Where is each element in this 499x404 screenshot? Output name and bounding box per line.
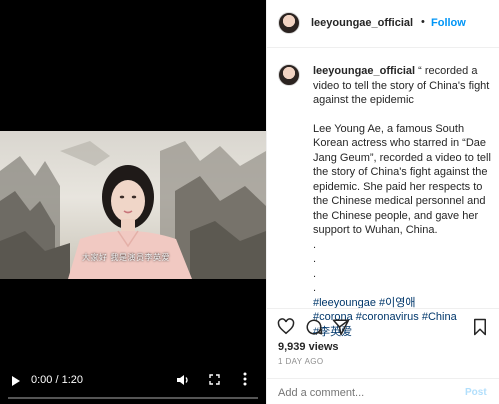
caption-dot: . xyxy=(313,282,317,294)
avatar[interactable] xyxy=(278,12,300,34)
view-count[interactable]: 9,939 views xyxy=(278,341,339,353)
post-caption: leeyoungae_official “ recorded a video t… xyxy=(313,64,495,339)
video-subtitle: 大家好 我是演员李英爱 xyxy=(82,253,171,262)
post-comment-button[interactable]: Post xyxy=(465,387,487,398)
action-bar xyxy=(267,308,499,344)
heart-icon[interactable] xyxy=(277,318,297,338)
username-link[interactable]: leeyoungae_official xyxy=(311,17,413,29)
seek-bar[interactable] xyxy=(8,397,258,399)
fullscreen-icon[interactable] xyxy=(209,374,220,388)
comment-bar: Post xyxy=(267,378,499,404)
video-player[interactable]: 大家好 我是演员李英爱 0:00 / 1:20 xyxy=(0,0,266,404)
comment-input[interactable] xyxy=(278,387,448,399)
caption-dot: . xyxy=(313,238,317,251)
volume-icon[interactable] xyxy=(176,374,189,389)
post-header: leeyoungae_official • Follow xyxy=(267,0,499,48)
hashtags-line[interactable]: #leeyoungae #이영애 xyxy=(313,297,416,309)
caption-body: Lee Young Ae, a famous South Korean actr… xyxy=(313,122,491,237)
bookmark-icon[interactable] xyxy=(472,318,492,338)
caption-avatar[interactable] xyxy=(278,64,300,86)
post-panel: leeyoungae_official • Follow leeyoungae_… xyxy=(266,0,499,404)
follow-button[interactable]: Follow xyxy=(431,17,466,29)
post-timestamp[interactable]: 1 DAY AGO xyxy=(278,357,324,366)
comment-icon[interactable] xyxy=(305,318,325,338)
share-icon[interactable] xyxy=(332,318,352,338)
more-vertical-icon[interactable] xyxy=(243,372,247,389)
caption-username[interactable]: leeyoungae_official xyxy=(313,65,415,77)
caption-dot: . xyxy=(313,267,317,280)
caption-dot: . xyxy=(313,253,317,265)
video-time: 0:00 / 1:20 xyxy=(31,374,83,386)
header-separator: • xyxy=(421,16,425,28)
play-icon[interactable] xyxy=(11,375,21,390)
